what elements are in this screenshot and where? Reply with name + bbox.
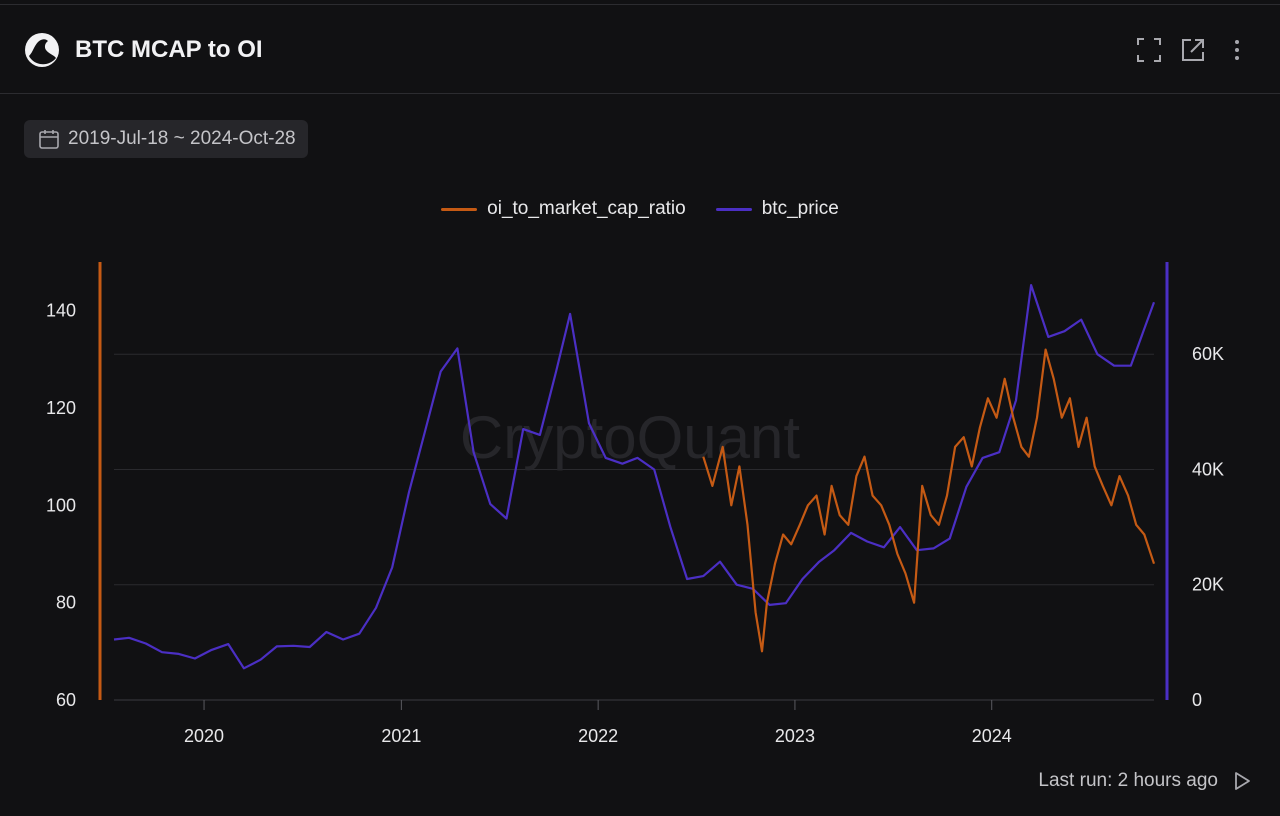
right-tick-label: 20K: [1192, 575, 1224, 595]
right-tick-label: 60K: [1192, 344, 1224, 364]
chart-footer: Last run: 2 hours ago: [1038, 770, 1252, 792]
x-tick-label: 2021: [381, 726, 421, 746]
series-line-btc-price: [113, 284, 1156, 670]
left-tick-label: 100: [46, 495, 76, 515]
right-tick-label: 40K: [1192, 459, 1224, 479]
left-tick-label: 60: [56, 690, 76, 710]
x-tick-label: 2020: [184, 726, 224, 746]
x-tick-label: 2022: [578, 726, 618, 746]
tick-labels: 60 80 100 120 140 0 20K 40K 60K 2020 2021 2022 2023 2…: [46, 301, 1224, 746]
x-tick-label: 2024: [972, 726, 1012, 746]
chart-canvas: CryptoQuant 6080100120140020K40K60K2020 2…: [46, 262, 1224, 746]
left-tick-label: 140: [46, 301, 76, 321]
play-icon[interactable]: [1232, 771, 1252, 791]
left-tick-label: 120: [46, 398, 76, 418]
right-tick-label: 0: [1192, 690, 1202, 710]
series-line-oi-ratio: [702, 348, 1156, 653]
axes: [98, 262, 1169, 701]
last-run-label: Last run: 2 hours ago: [1038, 770, 1218, 791]
x-tick-label: 2023: [775, 726, 815, 746]
left-tick-label: 80: [56, 593, 76, 613]
series-lines: [113, 284, 1156, 670]
